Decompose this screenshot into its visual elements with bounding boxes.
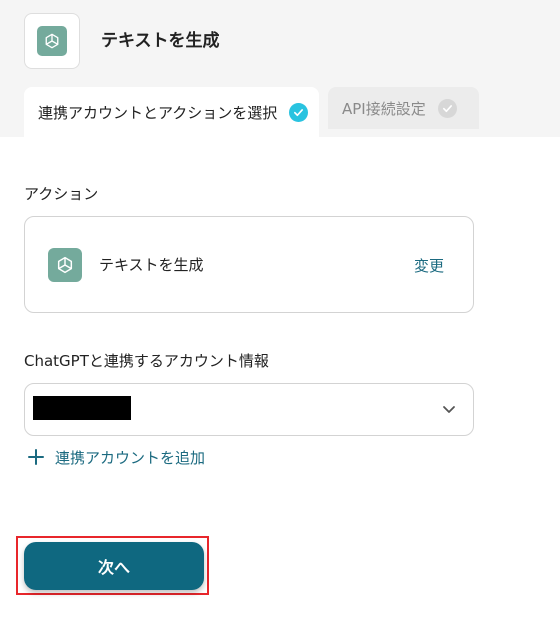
tab-select-account-action[interactable]: 連携アカウントとアクションを選択 xyxy=(24,87,319,137)
app-icon-tile xyxy=(24,13,80,69)
add-account-label: 連携アカウントを追加 xyxy=(55,448,206,467)
openai-logo-icon xyxy=(48,248,82,282)
action-name: テキストを生成 xyxy=(99,256,204,274)
tab-label: API接続設定 xyxy=(342,99,426,118)
chevron-down-icon xyxy=(443,406,455,413)
header-panel: テキストを生成 連携アカウントとアクションを選択 API接続設定 xyxy=(0,0,560,137)
add-account-link[interactable]: 連携アカウントを追加 xyxy=(28,446,205,468)
redacted-account-value xyxy=(33,396,131,420)
check-circle-icon xyxy=(289,102,309,122)
next-button[interactable]: 次へ xyxy=(24,542,204,590)
action-card: テキストを生成 変更 xyxy=(24,216,474,313)
openai-logo-icon xyxy=(37,26,67,56)
account-select[interactable] xyxy=(24,383,474,436)
action-section-label: アクション xyxy=(24,185,99,203)
page-title: テキストを生成 xyxy=(101,31,220,51)
tab-label: 連携アカウントとアクションを選択 xyxy=(38,103,278,122)
change-action-link[interactable]: 変更 xyxy=(414,255,444,277)
plus-icon xyxy=(28,449,44,465)
tab-api-settings[interactable]: API接続設定 xyxy=(328,87,479,129)
account-section-label: ChatGPTと連携するアカウント情報 xyxy=(24,352,269,370)
check-circle-icon xyxy=(437,98,457,118)
